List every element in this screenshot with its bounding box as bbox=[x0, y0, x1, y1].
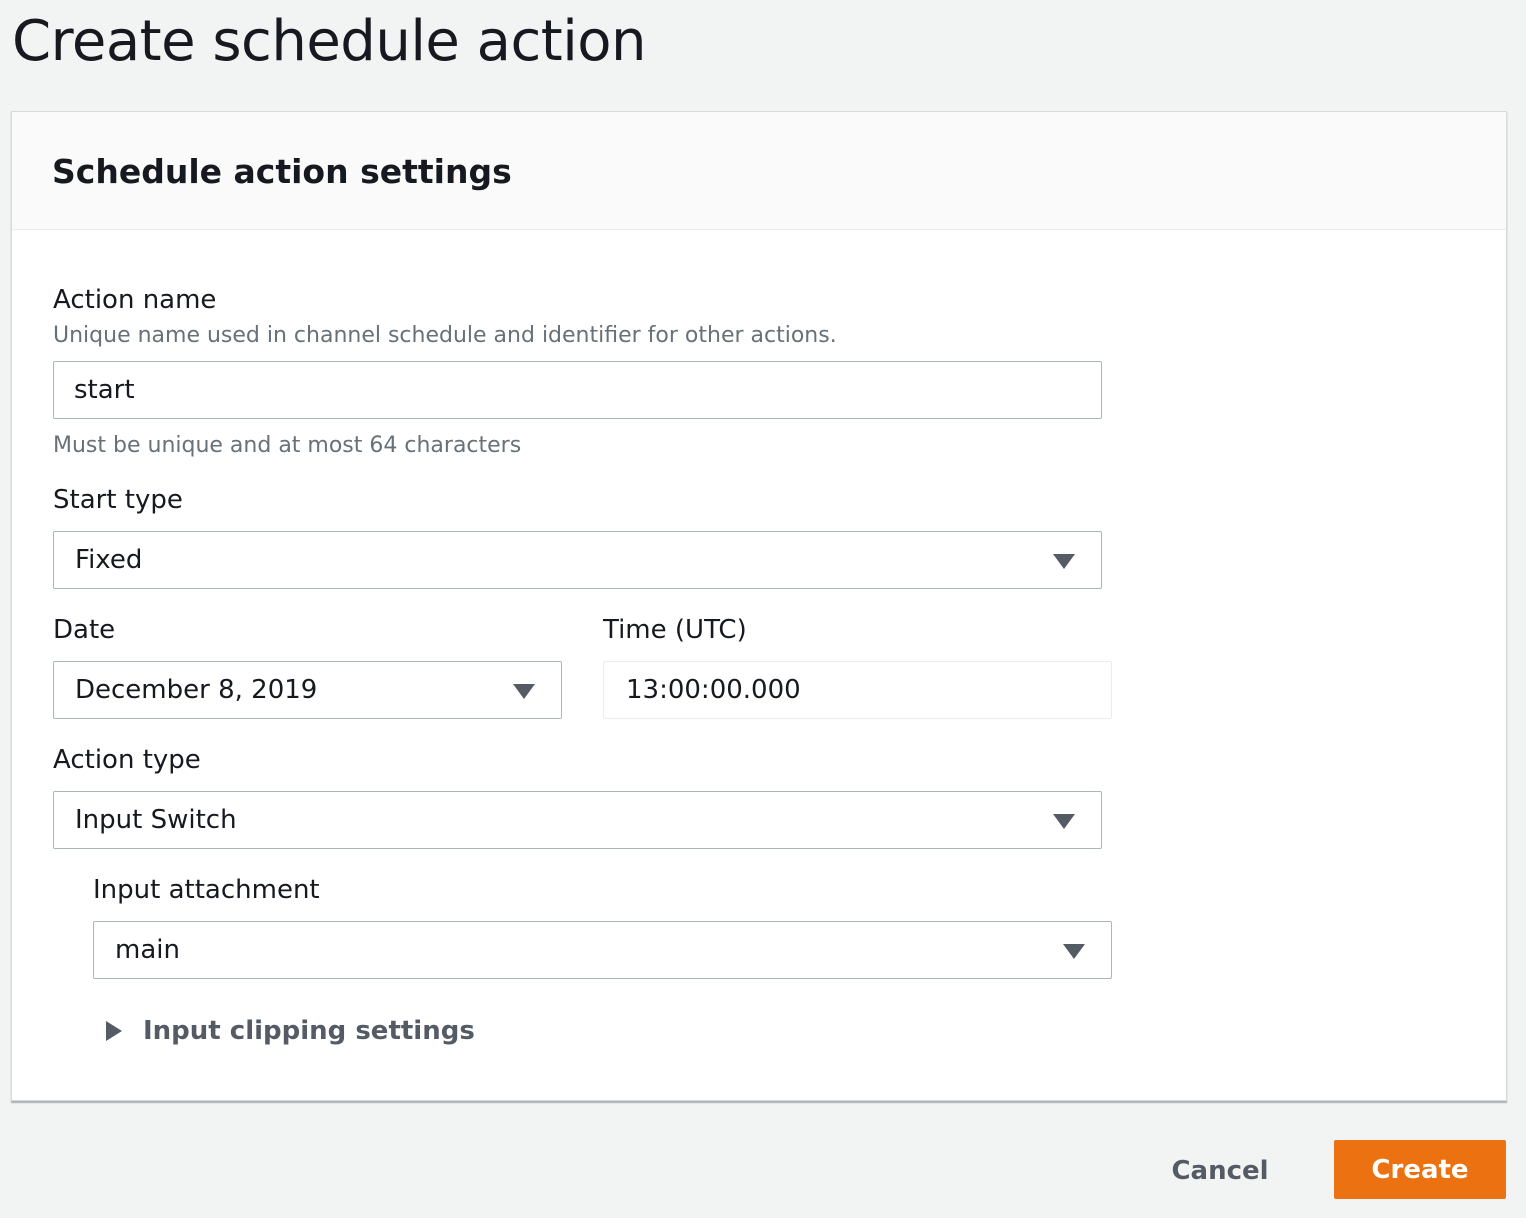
action-name-constraint: Must be unique and at most 64 characters bbox=[53, 433, 522, 458]
panel-header: Schedule action settings bbox=[12, 112, 1506, 230]
action-type-label: Action type bbox=[53, 745, 201, 775]
caret-down-icon bbox=[1063, 944, 1085, 959]
schedule-action-settings-panel: Schedule action settings Action name Uni… bbox=[11, 111, 1507, 1101]
start-type-value: Fixed bbox=[75, 545, 143, 575]
page-title: Create schedule action bbox=[12, 9, 647, 74]
caret-down-icon bbox=[1053, 554, 1075, 569]
input-attachment-select[interactable]: main bbox=[93, 921, 1112, 979]
date-label: Date bbox=[53, 615, 116, 645]
cancel-button[interactable]: Cancel bbox=[1150, 1142, 1290, 1200]
date-picker[interactable]: December 8, 2019 bbox=[53, 661, 562, 719]
time-input[interactable] bbox=[603, 661, 1112, 719]
start-type-select[interactable]: Fixed bbox=[53, 531, 1102, 589]
action-name-description: Unique name used in channel schedule and… bbox=[53, 323, 837, 348]
panel-title: Schedule action settings bbox=[52, 152, 512, 191]
action-name-input[interactable] bbox=[53, 361, 1102, 419]
input-attachment-value: main bbox=[115, 935, 180, 965]
time-label: Time (UTC) bbox=[603, 615, 747, 645]
create-button[interactable]: Create bbox=[1334, 1140, 1506, 1199]
date-value: December 8, 2019 bbox=[75, 675, 318, 705]
input-attachment-label: Input attachment bbox=[93, 875, 320, 905]
action-type-value: Input Switch bbox=[75, 805, 237, 835]
caret-right-icon bbox=[106, 1021, 122, 1041]
caret-down-icon bbox=[513, 684, 535, 699]
input-clipping-settings-label: Input clipping settings bbox=[143, 1016, 475, 1046]
start-type-label: Start type bbox=[53, 485, 183, 515]
action-name-label: Action name bbox=[53, 285, 217, 315]
action-type-select[interactable]: Input Switch bbox=[53, 791, 1102, 849]
caret-down-icon bbox=[1053, 814, 1075, 829]
